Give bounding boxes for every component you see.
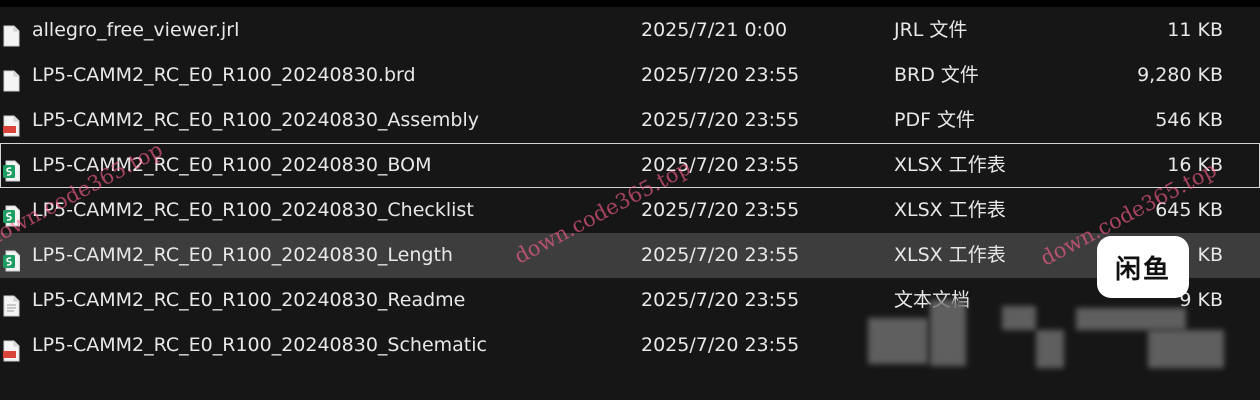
file-row[interactable]: LP5-CAMM2_RC_E0_R100_20240830_Schematic 2… — [0, 323, 1260, 368]
file-size: 645 KB — [1155, 199, 1223, 221]
pdf-icon — [3, 110, 20, 137]
spreadsheet-icon — [3, 200, 21, 227]
file-name-cell[interactable]: allegro_free_viewer.jrl — [1, 9, 631, 52]
redacted-area — [1002, 306, 1036, 330]
file-date-modified: 2025/7/20 23:55 — [641, 289, 800, 311]
file-list: allegro_free_viewer.jrl 2025/7/21 0:00 JRL… — [0, 8, 1260, 368]
text-file-icon — [3, 290, 20, 317]
redacted-area — [1076, 308, 1186, 330]
file-name: LP5-CAMM2_RC_E0_R100_20240830_Checklist — [32, 199, 474, 221]
document-icon — [3, 65, 20, 92]
spreadsheet-icon — [3, 155, 21, 182]
file-name: LP5-CAMM2_RC_E0_R100_20240830_BOM — [32, 154, 432, 176]
file-name-cell[interactable]: LP5-CAMM2_RC_E0_R100_20240830_Schematic — [1, 324, 631, 367]
file-type: XLSX 工作表 — [894, 199, 1006, 221]
file-date-modified: 2025/7/20 23:55 — [641, 109, 800, 131]
file-row[interactable]: LP5-CAMM2_RC_E0_R100_20240830_Length 2025… — [0, 233, 1260, 278]
file-date-modified: 2025/7/20 23:55 — [641, 199, 800, 221]
redacted-area — [1148, 330, 1224, 368]
file-name-cell[interactable]: LP5-CAMM2_RC_E0_R100_20240830_Assembly — [1, 99, 631, 142]
file-date-modified: 2025/7/20 23:55 — [641, 64, 800, 86]
pdf-icon — [3, 335, 20, 362]
redacted-area — [930, 300, 966, 366]
file-row[interactable]: LP5-CAMM2_RC_E0_R100_20240830_BOM 2025/7/… — [0, 143, 1260, 188]
file-date-modified: 2025/7/20 23:55 — [641, 244, 800, 266]
file-name-cell[interactable]: LP5-CAMM2_RC_E0_R100_20240830_Readme — [1, 279, 631, 322]
file-type: BRD 文件 — [894, 64, 979, 86]
file-row[interactable]: LP5-CAMM2_RC_E0_R100_20240830_Checklist 2… — [0, 188, 1260, 233]
document-icon — [3, 20, 20, 47]
file-type: JRL 文件 — [894, 19, 968, 41]
redacted-area — [868, 318, 928, 364]
file-size: 11 KB — [1167, 19, 1223, 41]
file-name: LP5-CAMM2_RC_E0_R100_20240830.brd — [32, 64, 416, 86]
file-name: LP5-CAMM2_RC_E0_R100_20240830_Length — [32, 244, 453, 266]
file-size: KB — [1197, 244, 1224, 266]
file-name: LP5-CAMM2_RC_E0_R100_20240830_Assembly — [32, 109, 479, 131]
file-row[interactable]: LP5-CAMM2_RC_E0_R100_20240830_Assembly 20… — [0, 98, 1260, 143]
redacted-area — [1036, 330, 1064, 368]
window-top-strip — [0, 0, 1260, 7]
file-name-cell[interactable]: LP5-CAMM2_RC_E0_R100_20240830_Length — [1, 234, 631, 277]
file-name: LP5-CAMM2_RC_E0_R100_20240830_Readme — [32, 289, 466, 311]
xianyu-logo-badge: 闲鱼 — [1097, 236, 1189, 298]
file-type: XLSX 工作表 — [894, 244, 1006, 266]
file-row[interactable]: allegro_free_viewer.jrl 2025/7/21 0:00 JRL… — [0, 8, 1260, 53]
file-size: 9,280 KB — [1137, 64, 1223, 86]
file-size: 546 KB — [1155, 109, 1223, 131]
file-name: allegro_free_viewer.jrl — [32, 19, 240, 41]
file-size: 16 KB — [1167, 154, 1223, 176]
file-name-cell[interactable]: LP5-CAMM2_RC_E0_R100_20240830_Checklist — [1, 189, 631, 232]
file-type: XLSX 工作表 — [894, 154, 1006, 176]
file-date-modified: 2025/7/21 0:00 — [641, 19, 788, 41]
spreadsheet-icon — [3, 245, 21, 272]
file-row[interactable]: LP5-CAMM2_RC_E0_R100_20240830_Readme 2025… — [0, 278, 1260, 323]
file-date-modified: 2025/7/20 23:55 — [641, 154, 800, 176]
file-date-modified: 2025/7/20 23:55 — [641, 334, 800, 356]
file-type: PDF 文件 — [894, 109, 976, 131]
file-name: LP5-CAMM2_RC_E0_R100_20240830_Schematic — [32, 334, 487, 356]
file-name-cell[interactable]: LP5-CAMM2_RC_E0_R100_20240830.brd — [1, 54, 631, 97]
file-row[interactable]: LP5-CAMM2_RC_E0_R100_20240830.brd 2025/7/… — [0, 53, 1260, 98]
file-name-cell[interactable]: LP5-CAMM2_RC_E0_R100_20240830_BOM — [1, 144, 631, 187]
